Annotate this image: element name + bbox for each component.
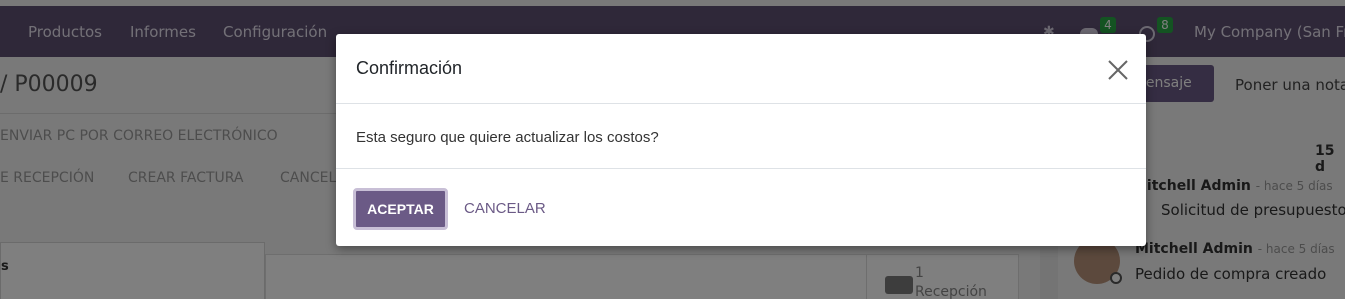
close-icon[interactable] — [1106, 58, 1130, 82]
confirmation-dialog: Confirmación Esta seguro que quiere actu… — [336, 34, 1146, 246]
dialog-message: Esta seguro que quiere actualizar los co… — [356, 129, 659, 146]
dialog-title: Confirmación — [356, 58, 463, 78]
dialog-body: Esta seguro que quiere actualizar los co… — [336, 105, 1146, 169]
cancel-button[interactable]: CANCELAR — [464, 200, 546, 217]
accept-button[interactable]: ACEPTAR — [353, 188, 448, 230]
dialog-header: Confirmación — [336, 34, 1146, 104]
